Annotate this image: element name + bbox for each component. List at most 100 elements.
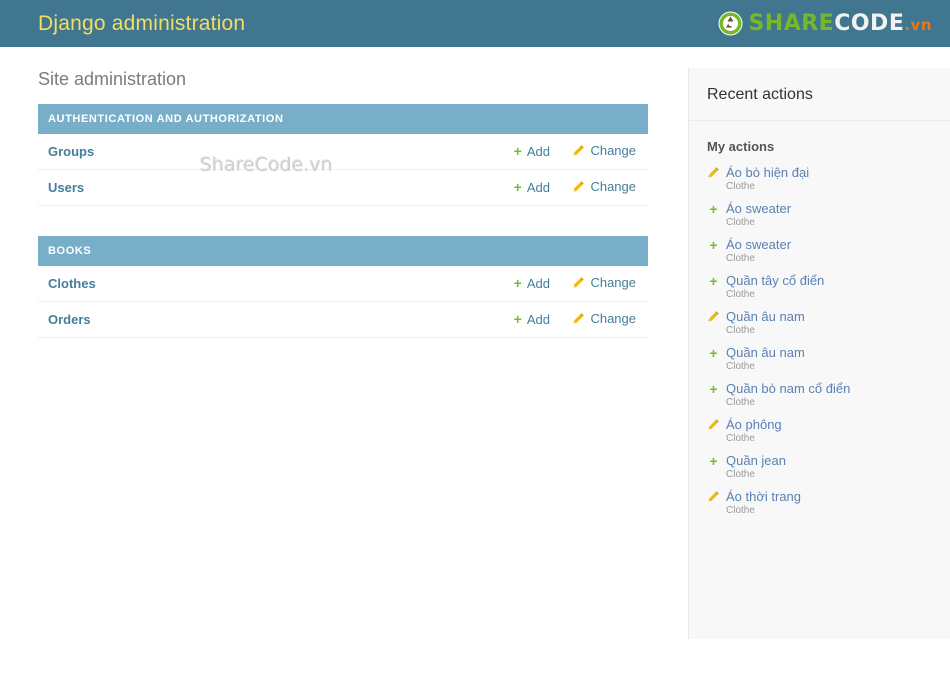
table-row: Clothes + Add Change xyxy=(38,266,648,302)
recent-action-model-label: Clothe xyxy=(726,181,755,192)
action-title-row: Áo phông xyxy=(707,417,932,432)
recent-actions-panel: Recent actions My actions Áo bò hiện đại… xyxy=(688,68,950,639)
recent-action-link[interactable]: Áo phông xyxy=(726,417,782,432)
recent-actions-list: Áo bò hiện đại Clothe + Áo sweater Clothe + Áo… xyxy=(689,160,950,520)
recent-action-model-label: Clothe xyxy=(726,289,755,300)
branding-title[interactable]: Django administration xyxy=(38,12,245,36)
model-link-users[interactable]: Users xyxy=(38,170,478,206)
list-item: Áo thời trang Clothe xyxy=(707,484,932,520)
action-title-row: + Quần âu nam xyxy=(707,345,932,360)
pencil-icon xyxy=(707,418,720,431)
add-link-users[interactable]: + Add xyxy=(514,180,550,195)
recent-action-link[interactable]: Quần jean xyxy=(726,453,786,468)
add-label: Add xyxy=(526,275,550,291)
plus-icon: + xyxy=(709,272,718,289)
change-link-users[interactable]: Change xyxy=(572,179,636,194)
recent-action-model-label: Clothe xyxy=(726,325,755,336)
action-title-row: + Áo sweater xyxy=(707,201,932,216)
table-row: Orders + Add Change xyxy=(38,302,648,338)
add-cell-orders: + Add xyxy=(478,302,556,338)
pencil-icon xyxy=(572,144,585,157)
plus-icon: + xyxy=(709,452,718,469)
model-link-groups[interactable]: Groups xyxy=(38,134,478,170)
recent-action-link[interactable]: Quần bò nam cổ điển xyxy=(726,381,850,396)
change-cell-users: Change xyxy=(556,170,648,206)
recent-action-link[interactable]: Áo bò hiện đại xyxy=(726,165,809,180)
action-title-row: + Quần tây cổ điển xyxy=(707,273,932,288)
pencil-icon xyxy=(572,276,585,289)
recent-action-link[interactable]: Áo thời trang xyxy=(726,489,801,504)
model-link-clothes[interactable]: Clothes xyxy=(38,266,478,302)
change-label: Change xyxy=(590,143,636,158)
recent-action-model-label: Clothe xyxy=(726,361,755,372)
list-item: + Quần bò nam cổ điển Clothe xyxy=(707,376,932,412)
pencil-icon xyxy=(707,310,720,323)
app-module-books: BOOKS Clothes + Add Change Orders + Add … xyxy=(38,236,648,338)
pencil-icon xyxy=(707,490,720,503)
plus-icon: + xyxy=(709,380,718,397)
main-content: ShareCode.vn AUTHENTICATION AND AUTHORIZ… xyxy=(0,104,688,368)
action-title-row: Quần âu nam xyxy=(707,309,932,324)
add-label: Add xyxy=(526,311,550,327)
list-item: + Áo sweater Clothe xyxy=(707,232,932,268)
list-item: + Quần âu nam Clothe xyxy=(707,340,932,376)
plus-icon: + xyxy=(513,275,522,292)
model-link-orders[interactable]: Orders xyxy=(38,302,478,338)
site-header: Django administration SHARECODE.vn xyxy=(0,0,950,47)
content-columns: ShareCode.vn AUTHENTICATION AND AUTHORIZ… xyxy=(0,68,950,639)
change-link-groups[interactable]: Change xyxy=(572,143,636,158)
change-cell-clothes: Change xyxy=(556,266,648,302)
recent-actions-heading: Recent actions xyxy=(689,68,950,121)
plus-icon: + xyxy=(513,311,522,328)
list-item: + Quần tây cổ điển Clothe xyxy=(707,268,932,304)
add-cell-clothes: + Add xyxy=(478,266,556,302)
logo-share-text: SHARE xyxy=(748,10,835,36)
recent-action-model-label: Clothe xyxy=(726,217,755,228)
add-link-groups[interactable]: + Add xyxy=(514,144,550,159)
list-item: + Áo sweater Clothe xyxy=(707,196,932,232)
change-cell-orders: Change xyxy=(556,302,648,338)
add-cell-groups: + Add xyxy=(478,134,556,170)
list-item: Quần âu nam Clothe xyxy=(707,304,932,340)
recent-action-link[interactable]: Áo sweater xyxy=(726,201,791,216)
change-link-orders[interactable]: Change xyxy=(572,311,636,326)
action-title-row: + Áo sweater xyxy=(707,237,932,252)
recent-action-model-label: Clothe xyxy=(726,505,755,516)
sharecode-logo[interactable]: SHARECODE.vn xyxy=(718,11,938,36)
recent-action-model-label: Clothe xyxy=(726,397,755,408)
pencil-icon xyxy=(572,180,585,193)
recent-action-link[interactable]: Quần âu nam xyxy=(726,345,805,360)
table-row: Groups + Add Change xyxy=(38,134,648,170)
sharecode-recycle-logo-icon xyxy=(718,11,743,36)
plus-icon: + xyxy=(513,179,522,196)
add-link-clothes[interactable]: + Add xyxy=(514,276,550,291)
table-row: Users + Add Change xyxy=(38,170,648,206)
logo-vn-text: .vn xyxy=(904,15,932,34)
logo-code-text: CODE xyxy=(834,10,905,36)
action-title-row: + Quần jean xyxy=(707,453,932,468)
recent-action-model-label: Clothe xyxy=(726,433,755,444)
recent-action-link[interactable]: Áo sweater xyxy=(726,237,791,252)
my-actions-heading: My actions xyxy=(707,139,775,154)
pencil-icon xyxy=(572,312,585,325)
list-item: Áo bò hiện đại Clothe xyxy=(707,160,932,196)
add-label: Add xyxy=(526,143,550,159)
action-title-row: Áo bò hiện đại xyxy=(707,165,932,180)
add-link-orders[interactable]: + Add xyxy=(514,312,550,327)
recent-action-link[interactable]: Quần âu nam xyxy=(726,309,805,324)
module-caption-auth[interactable]: AUTHENTICATION AND AUTHORIZATION xyxy=(38,104,648,134)
plus-icon: + xyxy=(709,344,718,361)
plus-icon: + xyxy=(709,200,718,217)
app-module-auth: AUTHENTICATION AND AUTHORIZATION Groups … xyxy=(38,104,648,206)
pencil-icon xyxy=(707,166,720,179)
action-title-row: + Quần bò nam cổ điển xyxy=(707,381,932,396)
list-item: + Quần jean Clothe xyxy=(707,448,932,484)
add-label: Add xyxy=(526,179,550,195)
recent-action-link[interactable]: Quần tây cổ điển xyxy=(726,273,824,288)
recent-action-model-label: Clothe xyxy=(726,253,755,264)
add-cell-users: + Add xyxy=(478,170,556,206)
recent-action-model-label: Clothe xyxy=(726,469,755,480)
page-wrap: Site administration ShareCode.vn AUTHENT… xyxy=(0,47,950,687)
change-link-clothes[interactable]: Change xyxy=(572,275,636,290)
module-caption-books[interactable]: BOOKS xyxy=(38,236,648,266)
